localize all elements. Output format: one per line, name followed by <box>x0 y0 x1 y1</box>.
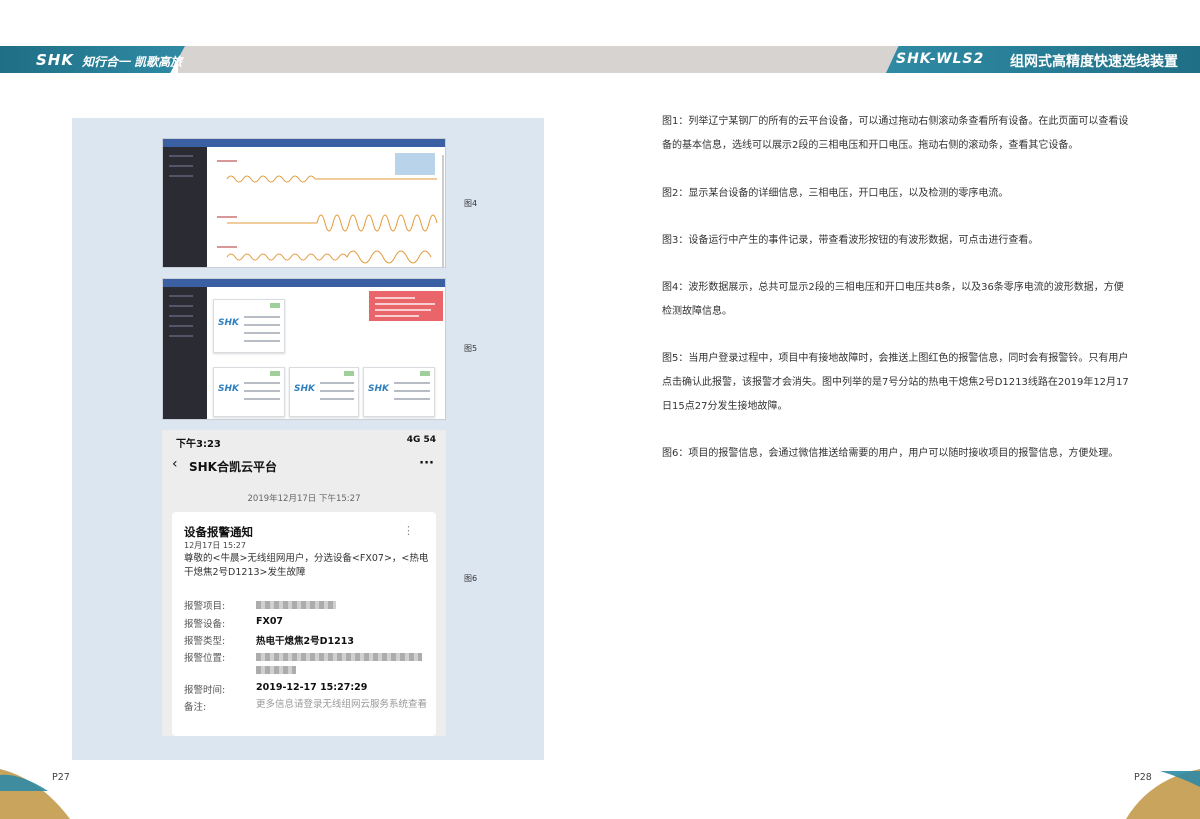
phone-status-time: 下午3:23 <box>176 439 221 450</box>
brochure-spread: SHK 知行合一 凯歌高旅 SHK-WLS2 组网式高精度快速选线装置 图4 S… <box>0 0 1200 819</box>
page-number-left: P27 <box>52 772 70 783</box>
device-card[interactable]: SHK <box>363 367 435 417</box>
paragraph-fig5: 图5：当用户登录过程中，项目中有接地故障时，会推送上图红色的报警信息，同时会有报… <box>662 353 1129 412</box>
header-left-slogan: 知行合一 凯歌高旅 <box>82 55 183 69</box>
message-date: 2019年12月17日 下午15:27 <box>247 494 361 504</box>
screenshot-titlebar <box>163 139 445 147</box>
more-options-icon[interactable]: ··· <box>419 456 434 471</box>
card-logo: SHK <box>294 384 315 394</box>
figure6-phone-screenshot: 下午3:23 4G 54 ‹ SHK合凯云平台 ··· 2019年12月17日 … <box>162 430 446 736</box>
paragraph-fig1: 图1：列举辽宁某钢厂的所有的云平台设备，可以通过拖动右侧滚动条查看所有设备。在此… <box>662 116 1129 151</box>
device-card[interactable]: SHK <box>213 367 285 417</box>
row-value-note: 更多信息请登录无线组网云服务系统查看 <box>256 699 428 710</box>
paragraph-fig6: 图6：项目的报警信息，会通过微信推送给需要的用户，用户可以随时接收项目的报警信息… <box>662 448 1119 459</box>
figure4-label: 图4 <box>464 199 478 208</box>
blurred-value <box>256 653 422 661</box>
back-chevron-icon[interactable]: ‹ <box>172 456 178 472</box>
notification-title: 设备报警通知 <box>184 525 253 539</box>
page-number-right: P28 <box>1134 772 1152 783</box>
card-logo: SHK <box>218 318 239 328</box>
device-card[interactable]: SHK <box>213 299 285 353</box>
card-logo: SHK <box>218 384 239 394</box>
row-label-alarm-device: 报警设备: <box>184 619 226 630</box>
figure5-label: 图5 <box>464 344 478 353</box>
row-label-alarm-time: 报警时间: <box>184 685 226 696</box>
row-label-alarm-item: 报警项目: <box>184 601 226 612</box>
header-left-logo: SHK <box>36 51 74 69</box>
screenshot-titlebar <box>163 279 445 287</box>
blurred-value <box>256 666 296 674</box>
row-label-note: 备注: <box>184 702 207 713</box>
phone-network-status: 4G 54 <box>406 435 436 445</box>
card-logo: SHK <box>368 384 389 394</box>
alarm-popup[interactable] <box>369 291 443 321</box>
row-value-alarm-device: FX07 <box>256 616 284 627</box>
header-right-title: 组网式高精度快速选线装置 <box>1010 54 1178 70</box>
waveform-line-3 <box>226 250 432 264</box>
paragraph-fig4: 图4：波形数据展示，总共可显示2段的三相电压和开口电压共8条，以及36条零序电流… <box>662 282 1124 317</box>
row-value-alarm-type: 热电干熄焦2号D1213 <box>256 636 354 647</box>
notification-time: 12月17日 15:27 <box>184 541 246 550</box>
figure6-label: 图6 <box>464 574 478 583</box>
header-right-logo: SHK-WLS2 <box>896 51 985 67</box>
waveform-chart <box>217 153 444 267</box>
row-value-alarm-time: 2019-12-17 15:27:29 <box>256 682 368 693</box>
paragraph-fig2: 图2：显示某台设备的详细信息，三相电压，开口电压，以及检测的零序电流。 <box>662 188 1009 199</box>
corner-decoration-right <box>1126 769 1200 819</box>
figure4-waveform-screenshot <box>162 138 446 268</box>
phone-app-title: SHK合凯云平台 <box>189 460 277 474</box>
row-label-alarm-location: 报警位置: <box>184 653 226 664</box>
screenshot-sidebar <box>163 287 207 419</box>
paragraph-fig3: 图3：设备运行中产生的事件记录，带查看波形按钮的有波形数据，可点击进行查看。 <box>662 235 1039 246</box>
screenshot-sidebar <box>163 147 207 267</box>
notification-message: 尊敬的<牛晨>无线组网用户，分选设备<FX07>，<热电干熄焦2号D1213>发… <box>184 553 429 578</box>
waveform-line-1 <box>226 175 437 183</box>
figure5-alarm-screenshot: SHK SHK SHK SHK <box>162 278 446 420</box>
waveform-line-2 <box>227 214 438 232</box>
card-menu-icon[interactable]: ⋮ <box>403 524 414 537</box>
alarm-notification-card[interactable]: 设备报警通知 12月17日 15:27 ⋮ 尊敬的<牛晨>无线组网用户，分选设备… <box>172 512 436 736</box>
blurred-value <box>256 601 336 609</box>
row-label-alarm-type: 报警类型: <box>184 636 226 647</box>
device-card[interactable]: SHK <box>289 367 359 417</box>
header-bar-grey <box>178 46 898 73</box>
